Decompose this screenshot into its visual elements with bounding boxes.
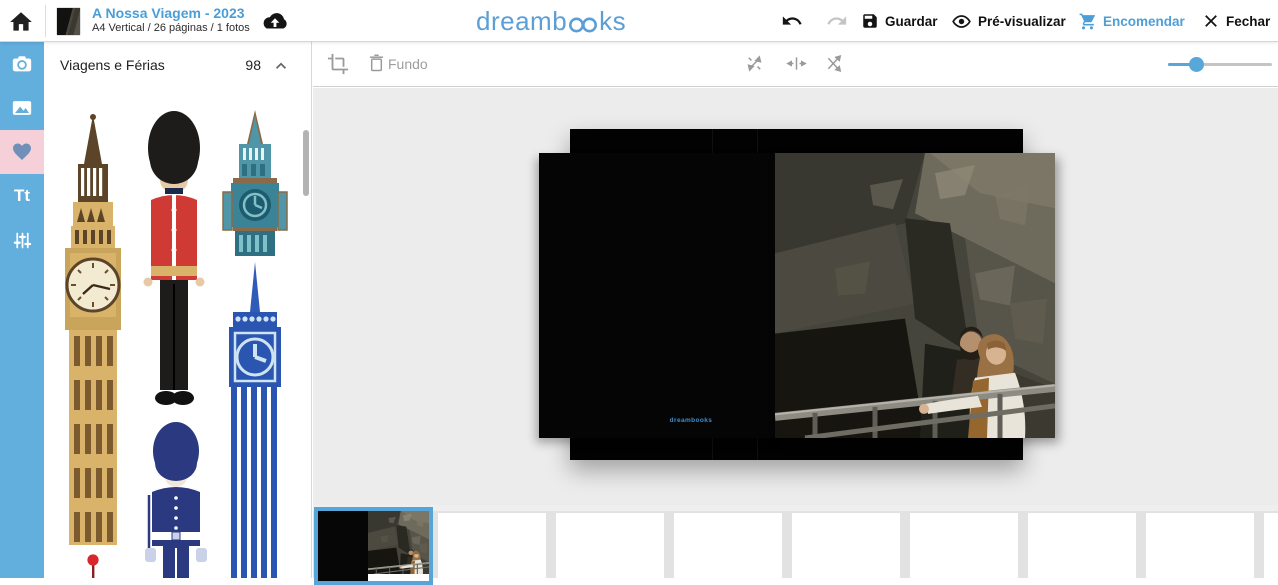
cart-icon xyxy=(1078,12,1097,31)
background-label: Fundo xyxy=(388,56,428,72)
project-subtitle: A4 Vertical / 26 páginas / 1 fotos xyxy=(92,22,250,34)
app-header: A Nossa Viagem - 2023 A4 Vertical / 26 p… xyxy=(0,0,1278,42)
sidebar-item-layouts[interactable] xyxy=(0,86,44,130)
save-button[interactable]: Guardar xyxy=(861,0,938,42)
save-label: Guardar xyxy=(885,14,938,29)
close-x-icon xyxy=(1202,12,1220,30)
tune-sliders-icon xyxy=(12,230,33,251)
dreambooks-logo: dreamb ks xyxy=(476,6,626,37)
redo-icon xyxy=(826,10,848,32)
filmstrip-scrollbar[interactable] xyxy=(313,505,1278,511)
crop-icon[interactable] xyxy=(327,53,349,75)
zoom-slider-thumb[interactable] xyxy=(1189,57,1204,72)
clipart-royal-guard-red[interactable] xyxy=(139,108,209,408)
thumbnail-black-half xyxy=(318,511,368,581)
fit-diagonal-icon[interactable] xyxy=(744,53,765,74)
clipart-category-header[interactable]: Viagens e Férias 98 xyxy=(44,42,311,88)
canvas-toolbar: Fundo xyxy=(313,42,1278,87)
heart-icon xyxy=(10,140,34,164)
zoom-slider[interactable] xyxy=(1168,52,1278,76)
filmstrip-page-thumbnail[interactable] xyxy=(674,513,782,583)
shuffle-icon[interactable] xyxy=(824,53,845,74)
tool-sidebar: Tt xyxy=(0,42,44,578)
clipart-category-count: 98 xyxy=(245,57,261,73)
home-icon[interactable] xyxy=(8,9,34,35)
logo-text-right: ks xyxy=(599,6,626,37)
order-button[interactable]: Encomendar xyxy=(1078,0,1185,42)
undo-button[interactable] xyxy=(781,0,803,42)
preview-label: Pré-visualizar xyxy=(978,14,1066,29)
cover-photo[interactable] xyxy=(775,153,1055,438)
filmstrip-cover-thumbnail-selected[interactable] xyxy=(314,507,433,585)
filmstrip-page-thumbnail[interactable] xyxy=(1264,513,1278,583)
image-icon xyxy=(11,97,33,119)
clipart-bigben-teal[interactable] xyxy=(221,108,289,256)
back-cover-black-box[interactable] xyxy=(539,153,776,438)
swap-horizontal-icon[interactable] xyxy=(786,53,807,74)
sidebar-item-photos[interactable] xyxy=(0,42,44,86)
clipart-bigben-gold[interactable] xyxy=(57,112,129,545)
clipart-royal-guard-navy[interactable] xyxy=(144,420,208,578)
sidebar-item-settings[interactable] xyxy=(0,218,44,262)
filmstrip-page-thumbnail[interactable] xyxy=(1028,513,1136,583)
preview-button[interactable]: Pré-visualizar xyxy=(951,0,1066,42)
filmstrip-page-thumbnail[interactable] xyxy=(438,513,546,583)
eye-icon xyxy=(951,11,972,32)
close-label: Fechar xyxy=(1226,14,1270,29)
logo-infinity-oo-icon xyxy=(568,17,598,33)
camera-icon xyxy=(11,53,33,75)
chevron-up-icon[interactable] xyxy=(273,58,289,74)
header-divider xyxy=(45,5,46,37)
project-thumbnail[interactable] xyxy=(57,8,80,35)
filmstrip-page-thumbnail[interactable] xyxy=(1146,513,1254,583)
cloud-sync-icon[interactable] xyxy=(260,10,290,32)
sidebar-item-text[interactable]: Tt xyxy=(0,174,44,218)
thumbnail-photo-half xyxy=(368,511,429,581)
close-button[interactable]: Fechar xyxy=(1202,0,1270,42)
panel-scrollbar[interactable] xyxy=(303,130,309,196)
sidebar-item-cliparts[interactable] xyxy=(0,130,44,174)
cover-brand-imprint: dreambooks xyxy=(663,417,719,424)
clipart-clock-tower-blue[interactable] xyxy=(222,262,288,578)
project-title[interactable]: A Nossa Viagem - 2023 xyxy=(92,5,245,21)
redo-button[interactable] xyxy=(826,0,848,42)
filmstrip-page-thumbnail[interactable] xyxy=(910,513,1018,583)
clipart-panel: Viagens e Férias 98 xyxy=(44,42,312,578)
save-floppy-icon xyxy=(861,12,879,30)
clipart-map-pin-red[interactable] xyxy=(86,554,100,578)
clipart-category-title: Viagens e Férias xyxy=(60,57,165,73)
filmstrip-page-thumbnail[interactable] xyxy=(792,513,900,583)
page-filmstrip xyxy=(313,505,1278,578)
filmstrip-page-thumbnail[interactable] xyxy=(556,513,664,583)
editor-canvas[interactable]: dreambooks xyxy=(313,88,1278,505)
logo-text-left: dreamb xyxy=(476,6,567,37)
trash-icon[interactable] xyxy=(366,53,387,74)
undo-icon xyxy=(781,10,803,32)
text-tool-icon: Tt xyxy=(14,186,30,206)
order-label: Encomendar xyxy=(1103,14,1185,29)
